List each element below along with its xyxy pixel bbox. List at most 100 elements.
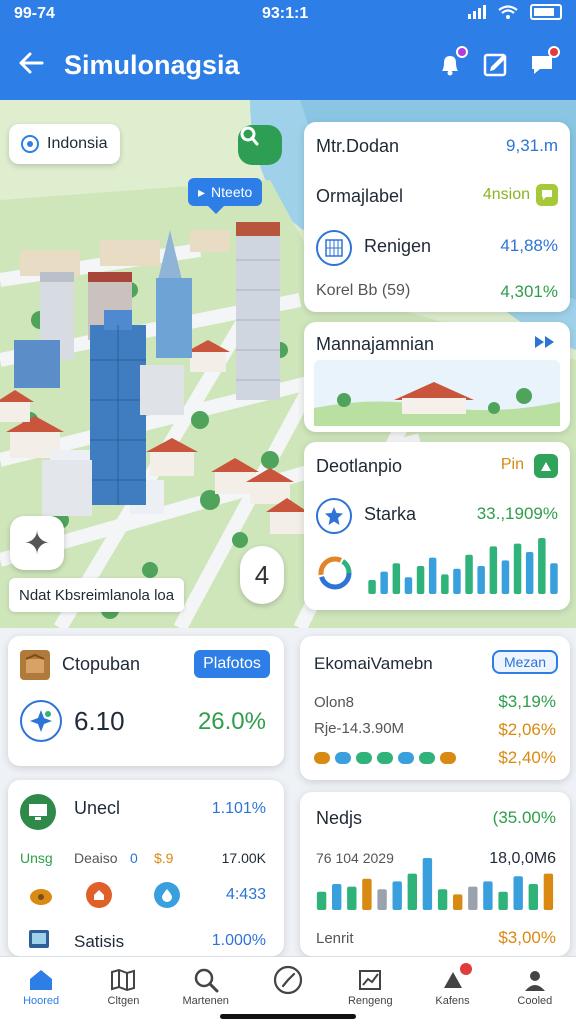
- nav-label-map: Cltgen: [107, 995, 140, 1007]
- economy-row3-value: $2,40%: [498, 748, 556, 767]
- wifi-icon: [498, 5, 518, 19]
- nav-item-alerts[interactable]: Kafens: [411, 957, 493, 1024]
- turtle-icon: [26, 882, 56, 910]
- messages-button[interactable]: [528, 46, 560, 78]
- notification-button[interactable]: [436, 46, 468, 78]
- recenter-button[interactable]: ✦: [10, 516, 64, 570]
- chart-bar: [477, 566, 485, 594]
- chart-bar: [407, 873, 417, 910]
- map-caption: Ndat Kbsreimlanola loa: [9, 578, 185, 612]
- stats-card[interactable]: Mtr.Dodan 9,31.m Ormajlabel 4nsion Renig…: [304, 122, 570, 312]
- nav-label-home: Hoored: [23, 995, 60, 1007]
- compass-star-icon: [20, 700, 62, 742]
- management-title: Mannajamnian: [316, 334, 435, 354]
- fast-forward-icon[interactable]: [532, 332, 558, 352]
- economy-row1-label: Olon8: [314, 694, 355, 711]
- map-search-button[interactable]: [238, 125, 282, 165]
- unecl-card[interactable]: Unecl 1.101% Unsg Deaiso 0 $.9 17.00K 4:…: [8, 780, 284, 956]
- economy-card[interactable]: EkomaiVamebn Mezan Olon8 $3,19% Rje-14.3…: [300, 636, 570, 780]
- app-bar-actions: [436, 46, 560, 78]
- stats-row3-value: 4,301%: [500, 282, 558, 301]
- chart-bar: [538, 538, 546, 594]
- chart-bar: [483, 881, 493, 910]
- nedjs-footer-label: Lenrit: [316, 930, 354, 947]
- chart-bar: [441, 574, 449, 594]
- nedjs-card[interactable]: Nedjs (35.00% 76 104 2029 18,0,0M6 Lenri…: [300, 792, 570, 956]
- search-icon: [240, 126, 259, 146]
- chart-bar: [489, 546, 498, 594]
- chart-bar: [316, 891, 327, 910]
- chart-bar: [513, 876, 523, 910]
- donut-chart-icon: [318, 556, 352, 590]
- monitor-icon: [20, 794, 56, 830]
- unecl-row1-b: Deaiso: [74, 850, 118, 866]
- nav-label-profile: Cooled: [517, 995, 553, 1007]
- nedjs-title-value: (35.00%: [492, 808, 556, 827]
- chart-bar: [368, 580, 376, 594]
- nav-item-map[interactable]: Cltgen: [82, 957, 164, 1024]
- chart-bar: [465, 554, 473, 594]
- globe-icon: [316, 230, 352, 266]
- chart-bar: [377, 889, 387, 910]
- stats-row1-value: 4nsion: [482, 186, 530, 203]
- chart-bar: [543, 873, 554, 910]
- cp-badge[interactable]: Plafotos: [194, 650, 270, 678]
- management-card[interactable]: Mannajamnian: [304, 322, 570, 432]
- page-title: Simulonagsia: [64, 50, 240, 80]
- nedjs-bar-chart: [316, 858, 554, 910]
- search-icon: [191, 965, 221, 995]
- chart-bar: [347, 886, 357, 910]
- development-card[interactable]: Deotlanpio Pin Starka 33.,1909%: [304, 442, 570, 610]
- location-chip[interactable]: Indonsia: [9, 124, 120, 164]
- cp-percent: 26.0%: [197, 708, 266, 735]
- nav-label-alerts: Kafens: [435, 995, 470, 1007]
- nav-label-chart: Rengeng: [347, 995, 393, 1007]
- chart-bar: [501, 560, 510, 594]
- status-center-text: 93:1:1: [262, 5, 309, 22]
- app-bar: Simulonagsia: [0, 30, 576, 100]
- crosshair-icon: ✦: [23, 525, 51, 561]
- development-bar-chart: [368, 538, 558, 594]
- economy-badge[interactable]: Mezan: [492, 650, 558, 674]
- stats-header-value: 9,31.m: [506, 136, 558, 155]
- map-pin-label[interactable]: ▸ Nteeto: [188, 178, 263, 214]
- cp-card[interactable]: Ctopuban Plafotos 6.10 26.0%: [8, 636, 284, 766]
- status-bar: 99-74 93:1:1: [0, 0, 576, 30]
- unecl-row1-d: $.9: [154, 850, 174, 866]
- unecl-row3-label: Satisis: [74, 932, 125, 951]
- chart-bar: [392, 563, 401, 594]
- stats-row3-label: Korel Bb (59): [316, 282, 411, 299]
- compass-icon: 4: [254, 559, 270, 590]
- chart-bar: [404, 577, 413, 594]
- edit-button[interactable]: [482, 50, 510, 78]
- star-icon: [316, 498, 352, 534]
- home-icon: [26, 965, 56, 995]
- nav-label-search: Martenen: [182, 995, 229, 1007]
- stats-row2-label: Renigen: [364, 236, 432, 256]
- chart-bar: [437, 889, 448, 910]
- status-time: 99-74: [14, 5, 55, 22]
- nav-item-profile[interactable]: Cooled: [494, 957, 576, 1024]
- economy-row2-value: $2,06%: [498, 720, 556, 739]
- box-icon: [20, 650, 50, 680]
- unecl-row3-value: 1.000%: [211, 932, 266, 949]
- back-arrow-icon[interactable]: [16, 48, 46, 84]
- development-icon: [534, 454, 558, 478]
- nedjs-footer-value: $3,00%: [498, 928, 556, 947]
- development-row-label: Starka: [364, 504, 417, 524]
- chart-bar: [392, 881, 402, 910]
- development-row-value: 33.,1909%: [476, 504, 558, 523]
- cp-value: 6.10: [74, 706, 125, 736]
- development-title-value: Pin: [500, 456, 524, 473]
- chart-bar: [550, 563, 558, 594]
- drop-icon: [154, 882, 180, 908]
- nav-item-home[interactable]: Hoored: [0, 957, 82, 1024]
- stats-row1-icon: [536, 184, 558, 206]
- status-icons: [468, 4, 562, 20]
- chart-bar: [468, 886, 478, 910]
- chart-bar: [453, 568, 461, 594]
- edit-icon: [483, 53, 507, 77]
- compass-button[interactable]: 4: [240, 546, 284, 604]
- chart-icon: [355, 965, 385, 995]
- stats-row2-value: 41,88%: [500, 236, 558, 255]
